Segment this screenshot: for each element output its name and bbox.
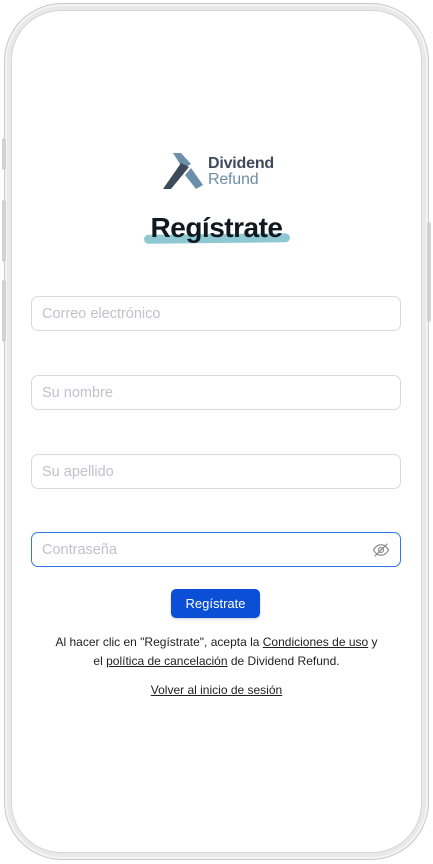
email-field[interactable] <box>31 296 401 331</box>
phone-side-button <box>2 280 6 342</box>
first-name-field[interactable] <box>31 375 401 410</box>
brand-wordmark: Dividend Refund <box>208 156 274 188</box>
phone-screen <box>11 10 422 853</box>
brand-name-line1: Dividend <box>208 155 274 172</box>
page-title-container: Regístrate <box>0 212 433 244</box>
register-button[interactable]: Regístrate <box>171 589 260 618</box>
password-input[interactable] <box>42 541 372 558</box>
back-to-login-link[interactable]: Volver al inicio de sesión <box>151 683 282 697</box>
last-name-input[interactable] <box>42 463 390 480</box>
terms-text: Al hacer clic en "Regístrate", acepta la… <box>0 633 433 671</box>
last-name-field[interactable] <box>31 454 401 489</box>
terms-part4: de Dividend Refund. <box>227 654 340 668</box>
terms-part3: el <box>93 654 107 668</box>
dividend-refund-logo-icon <box>163 153 203 189</box>
terms-of-use-link[interactable]: Condiciones de uso <box>263 635 368 649</box>
page-title-text: Regístrate <box>150 212 283 243</box>
password-field[interactable] <box>31 532 401 567</box>
terms-part2: y <box>368 635 378 649</box>
phone-side-button <box>2 138 6 170</box>
brand-name-line2: Refund <box>208 171 259 188</box>
email-input[interactable] <box>42 305 390 322</box>
terms-part1: Al hacer clic en "Regístrate", acepta la <box>55 635 263 649</box>
back-to-login-container: Volver al inicio de sesión <box>0 683 433 697</box>
page-title: Regístrate <box>143 212 290 244</box>
brand-logo: Dividend Refund <box>163 153 274 191</box>
first-name-input[interactable] <box>42 384 390 401</box>
eye-slash-icon[interactable] <box>372 541 390 559</box>
cancellation-policy-link[interactable]: política de cancelación <box>106 654 227 668</box>
